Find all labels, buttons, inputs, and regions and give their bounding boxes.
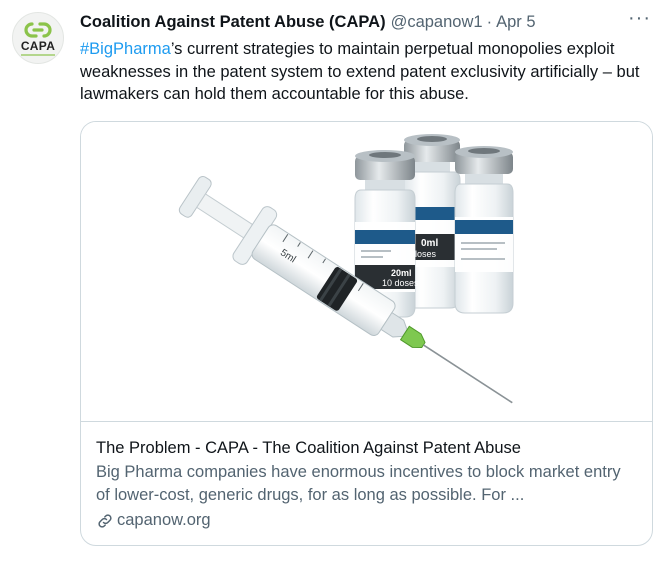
svg-text:20ml: 20ml: [391, 268, 412, 278]
avatar-underline: [21, 53, 55, 56]
card-title[interactable]: The Problem - CAPA - The Coalition Again…: [96, 439, 521, 458]
link-icon: [98, 513, 112, 528]
separator-dot: ·: [486, 12, 493, 31]
author-handle[interactable]: @capanow1: [391, 13, 483, 32]
card-description: Big Pharma companies have enormous incen…: [96, 463, 621, 504]
tweet-header: Coalition Against Patent Abuse (CAPA) @c…: [80, 11, 536, 33]
card-image[interactable]: 0ml loses 20ml 10 doses 5ml: [81, 122, 652, 422]
avatar[interactable]: CAPA: [12, 12, 64, 64]
author-name[interactable]: Coalition Against Patent Abuse (CAPA): [80, 13, 386, 32]
more-horizontal-icon[interactable]: ···: [628, 8, 651, 28]
tweet-date[interactable]: Apr 5: [496, 13, 535, 32]
link-card[interactable]: 0ml loses 20ml 10 doses 5ml The Problem …: [80, 121, 653, 546]
capa-logo-icon: [24, 21, 52, 38]
syringe-and-vials-illustration: 0ml loses 20ml 10 doses 5ml: [178, 134, 514, 404]
vial-right: [454, 146, 514, 314]
svg-text:0ml: 0ml: [421, 238, 438, 249]
avatar-text: CAPA: [20, 38, 56, 53]
card-link-text[interactable]: capanow.org: [117, 511, 211, 530]
tweet-text: #BigPharma’s current strategies to maint…: [80, 38, 650, 106]
hashtag-link[interactable]: #BigPharma: [80, 40, 171, 58]
card-link[interactable]: capanow.org: [96, 511, 211, 530]
svg-text:10 doses: 10 doses: [382, 278, 419, 288]
svg-text:loses: loses: [415, 249, 437, 259]
